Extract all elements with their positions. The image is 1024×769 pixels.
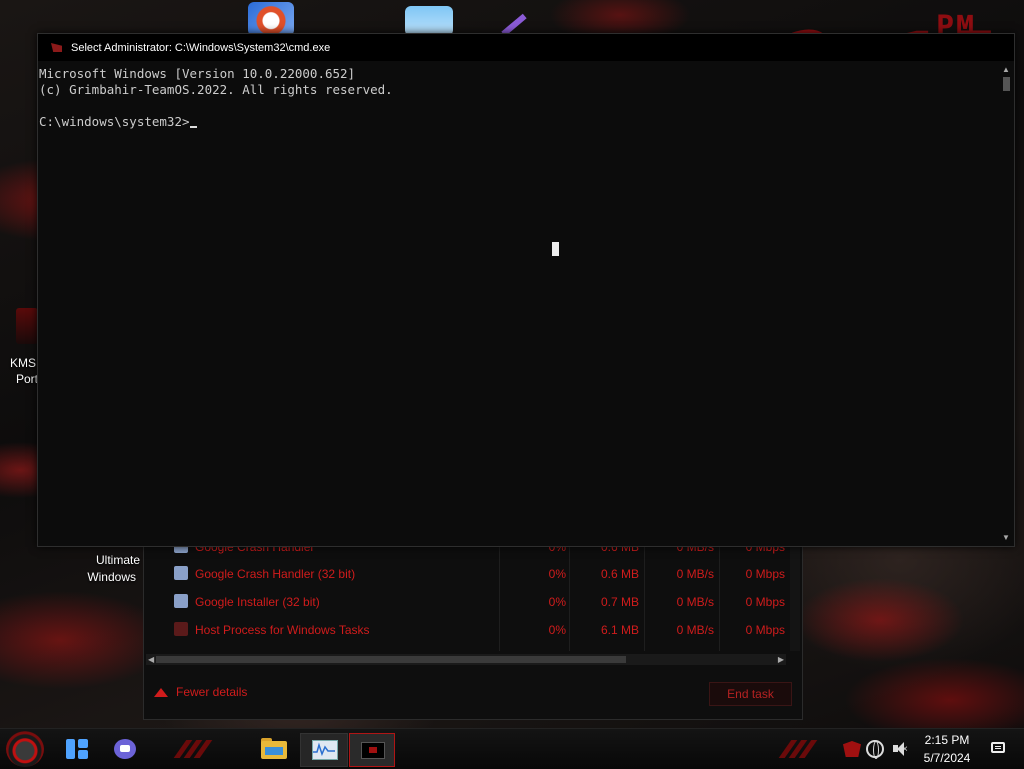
end-task-button[interactable]: End task [709,682,792,706]
process-row[interactable]: Google Installer (32 bit) 0% 0.7 MB 0 MB… [144,588,789,616]
file-explorer-button[interactable] [258,733,290,765]
process-cpu: 0% [548,595,566,609]
window-title: Select Administrator: C:\Windows\System3… [71,42,331,54]
fewer-details-button[interactable]: Fewer details [154,685,247,699]
weather-desktop-icon[interactable] [405,6,453,36]
start-button[interactable] [6,731,44,767]
process-cpu: 0% [548,567,566,581]
command-prompt-window[interactable]: Select Administrator: C:\Windows\System3… [37,33,1015,547]
network-globe-icon[interactable] [866,740,884,759]
process-network: 0 Mbps [745,623,785,637]
process-network: 0 Mbps [745,567,785,581]
snap-layout-icon [78,750,88,759]
process-network: 0 Mbps [745,595,785,609]
process-disk: 0 MB/s [676,623,714,637]
console-prompt: C:\windows\system32> [39,114,190,129]
ultimate-label: Ultimate [95,553,140,567]
taskbar-decoration [775,735,835,763]
process-name: Host Process for Windows Tasks [195,623,370,637]
taskbar-clock[interactable]: 2:15 PM 5/7/2024 [915,732,979,768]
process-cpu: 0% [548,623,566,637]
process-list-horizontal-scrollbar[interactable]: ◀ ▶ [146,654,786,665]
console-output[interactable]: Microsoft Windows [Version 10.0.22000.65… [39,61,997,545]
arrow-up-icon [154,688,168,697]
pen-desktop-icon[interactable] [492,12,528,37]
cmd-app-icon [51,43,62,52]
taskbar: × 2:15 PM 5/7/2024 [0,728,1024,769]
snap-layout-icon [66,739,75,759]
notification-icon [991,742,1005,753]
process-memory: 0.6 MB [600,567,639,581]
performance-graph-icon [313,742,335,756]
notification-center-button[interactable] [990,741,1008,757]
volume-muted-icon[interactable]: × [892,741,910,757]
text-caret [189,126,197,128]
process-list-vertical-scrollbar[interactable] [790,531,800,651]
title-bar[interactable]: Select Administrator: C:\Windows\System3… [38,34,1014,61]
scroll-up-icon[interactable]: ▲ [1002,65,1010,74]
kms-port-desktop-icon[interactable]: KMS Port [0,300,40,390]
command-prompt-taskbar-button[interactable] [349,733,395,767]
taskbar-decoration [173,735,236,763]
scroll-down-icon[interactable]: ▼ [1002,533,1010,542]
kms-label: KMS [9,356,36,370]
snap-layout-icon [78,739,88,748]
process-disk: 0 MB/s [676,595,714,609]
process-row[interactable]: Host Process for Windows Tasks 0% 6.1 MB… [144,616,789,644]
process-row[interactable]: Google Crash Handler (32 bit) 0% 0.6 MB … [144,560,789,588]
kms-icon [16,308,38,344]
process-name: Google Crash Handler (32 bit) [195,567,356,581]
blocked-app-desktop-icon[interactable] [248,2,294,36]
console-line: (c) Grimbahir-TeamOS.2022. All rights re… [39,82,393,97]
scroll-left-icon[interactable]: ◀ [148,654,154,665]
folder-stripe [265,747,283,755]
port-label: Port [15,372,38,386]
camera-icon [120,745,130,752]
process-memory: 0.7 MB [600,595,639,609]
fewer-details-label: Fewer details [176,685,248,699]
ultimate-windows-desktop-icon[interactable]: Ultimate Windows [70,552,142,588]
scrollbar-thumb[interactable] [1003,77,1010,91]
chat-button[interactable] [113,737,139,761]
windows-label: Windows [87,570,136,584]
terminal-icon [361,742,385,759]
console-prompt-line: C:\windows\system32> [39,114,197,130]
taskbar-date: 5/7/2024 [923,751,971,765]
mouse-text-cursor [552,242,559,256]
process-name: Google Installer (32 bit) [195,595,320,609]
scrollbar-thumb[interactable] [156,656,626,663]
process-memory: 6.1 MB [600,623,639,637]
taskbar-time: 2:15 PM [924,733,970,747]
console-line: Microsoft Windows [Version 10.0.22000.65… [39,66,356,81]
process-icon [174,594,188,608]
process-disk: 0 MB/s [676,567,714,581]
task-manager-taskbar-button[interactable] [300,733,348,767]
process-icon [174,566,188,580]
task-manager-window[interactable]: Google Crash Handler 0% 0.6 MB 0 MB/s 0 … [143,530,803,720]
console-vertical-scrollbar[interactable]: ▲ ▼ [999,61,1014,545]
process-icon [174,622,188,636]
scroll-right-icon[interactable]: ▶ [778,654,784,665]
msi-tray-icon[interactable] [843,739,863,759]
task-view-button[interactable] [66,739,88,759]
